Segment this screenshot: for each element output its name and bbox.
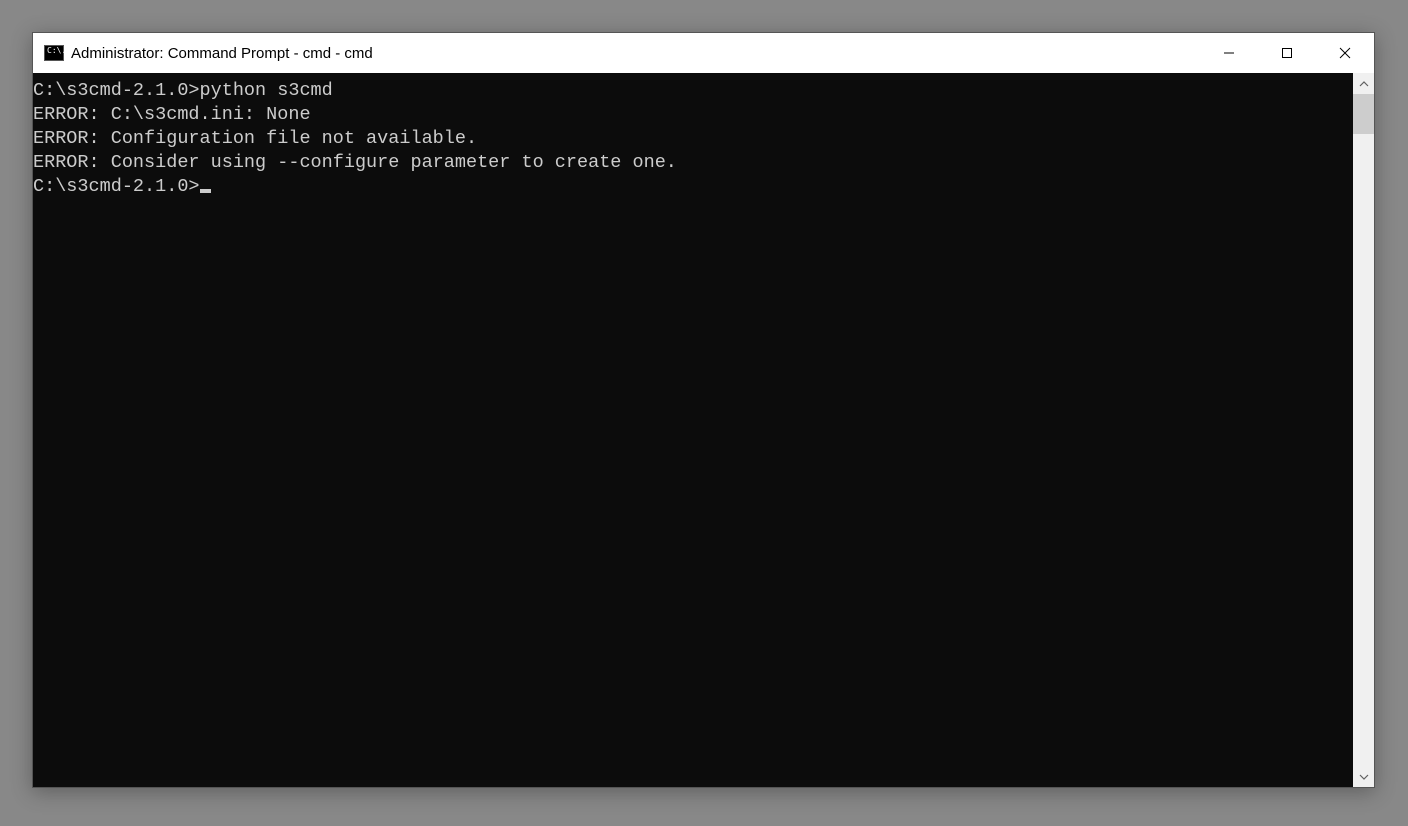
terminal-container: C:\s3cmd-2.1.0>python s3cmdERROR: C:\s3c…	[33, 73, 1374, 787]
terminal-line: ERROR: C:\s3cmd.ini: None	[33, 103, 1353, 127]
chevron-down-icon	[1359, 772, 1369, 782]
maximize-button[interactable]	[1258, 33, 1316, 73]
maximize-icon	[1281, 47, 1293, 59]
window-title: Administrator: Command Prompt - cmd - cm…	[71, 45, 1200, 62]
app-icon-text: C:\.	[47, 47, 66, 54]
app-icon: C:\.	[44, 45, 64, 61]
terminal-line: C:\s3cmd-2.1.0>python s3cmd	[33, 79, 1353, 103]
scroll-up-button[interactable]	[1353, 73, 1374, 94]
chevron-up-icon	[1359, 79, 1369, 89]
window-controls	[1200, 33, 1374, 73]
minimize-button[interactable]	[1200, 33, 1258, 73]
command-prompt-window: C:\. Administrator: Command Prompt - cmd…	[32, 32, 1375, 788]
terminal-line: ERROR: Consider using --configure parame…	[33, 151, 1353, 175]
terminal-line: ERROR: Configuration file not available.	[33, 127, 1353, 151]
terminal-output[interactable]: C:\s3cmd-2.1.0>python s3cmdERROR: C:\s3c…	[33, 73, 1353, 787]
close-icon	[1339, 47, 1351, 59]
terminal-line: C:\s3cmd-2.1.0>	[33, 175, 1353, 199]
titlebar[interactable]: C:\. Administrator: Command Prompt - cmd…	[33, 33, 1374, 73]
scroll-thumb[interactable]	[1353, 94, 1374, 134]
terminal-cursor	[200, 189, 211, 193]
vertical-scrollbar[interactable]	[1353, 73, 1374, 787]
close-button[interactable]	[1316, 33, 1374, 73]
scroll-track[interactable]	[1353, 94, 1374, 766]
minimize-icon	[1223, 47, 1235, 59]
scroll-down-button[interactable]	[1353, 766, 1374, 787]
